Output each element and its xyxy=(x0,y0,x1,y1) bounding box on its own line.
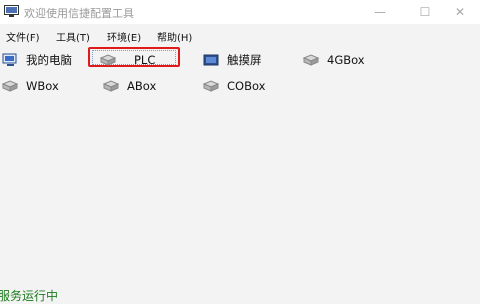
device-box-icon xyxy=(203,80,219,92)
tool-plc[interactable]: PLC xyxy=(100,50,155,70)
tool-cobox[interactable]: COBox xyxy=(203,76,265,96)
menu-file[interactable]: 文件(F) xyxy=(6,29,40,44)
tool-label: 4GBox xyxy=(327,53,365,67)
my-computer-icon xyxy=(2,53,17,66)
device-box-icon xyxy=(100,54,116,66)
title-bar: 欢迎使用信捷配置工具 — ☐ ✕ xyxy=(0,0,480,24)
tool-label: COBox xyxy=(227,79,266,93)
tool-label: 触摸屏 xyxy=(227,53,262,67)
window-title: 欢迎使用信捷配置工具 xyxy=(24,7,134,20)
app-icon xyxy=(4,5,19,17)
tool-label: 我的电脑 xyxy=(26,53,72,67)
device-box-icon xyxy=(2,80,18,92)
menu-tools[interactable]: 工具(T) xyxy=(56,29,90,44)
tool-wbox[interactable]: WBox xyxy=(2,76,59,96)
tool-label: PLC xyxy=(134,53,156,67)
tool-abox[interactable]: ABox xyxy=(103,76,156,96)
menu-environment[interactable]: 环境(E) xyxy=(107,29,141,44)
device-box-icon xyxy=(303,54,319,66)
minimize-button[interactable]: — xyxy=(360,0,400,24)
close-button[interactable]: ✕ xyxy=(440,0,480,24)
menu-bar: 文件(F) 工具(T) 环境(E) 帮助(H) xyxy=(0,26,480,44)
tool-4gbox[interactable]: 4GBox xyxy=(303,50,365,70)
tool-touchscreen[interactable]: 触摸屏 xyxy=(203,50,262,70)
tool-label: WBox xyxy=(26,79,59,93)
touchscreen-icon xyxy=(203,54,219,66)
device-toolbar: 我的电脑 PLC 触摸屏 4GBox WBox ABox COBox xyxy=(0,46,480,96)
menu-help[interactable]: 帮助(H) xyxy=(157,29,192,44)
maximize-button[interactable]: ☐ xyxy=(405,0,445,24)
device-box-icon xyxy=(103,80,119,92)
tool-my-computer[interactable]: 我的电脑 xyxy=(2,50,72,70)
status-text: 服务运行中 xyxy=(0,289,59,303)
tool-label: ABox xyxy=(127,79,157,93)
